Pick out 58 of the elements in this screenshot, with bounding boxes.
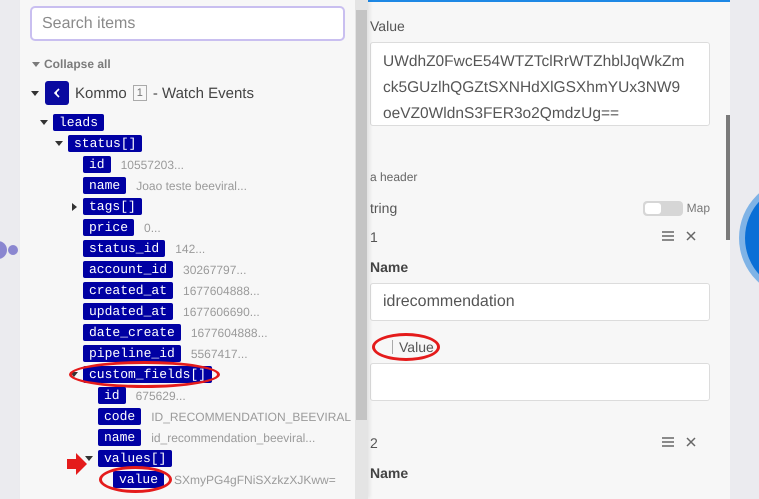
caret-icon[interactable] — [30, 90, 38, 96]
caret-icon[interactable] — [72, 202, 76, 210]
field-key-tag[interactable]: updated_at — [83, 303, 174, 320]
field-key-tag[interactable]: id — [98, 387, 126, 404]
field-value: 1677604888... — [183, 284, 260, 298]
item-title: 1 — [370, 229, 378, 245]
operation-badge: 1 — [132, 85, 147, 101]
field-key-tag[interactable]: name — [83, 177, 126, 194]
field-key-tag[interactable]: name — [98, 429, 142, 446]
field-value: 30267797... — [183, 262, 246, 276]
name-input[interactable]: idrecommendation — [370, 283, 710, 321]
field-value: ID_RECOMMENDATION_BEEVIRAL — [151, 410, 352, 424]
module-name: Kommo — [75, 84, 127, 102]
value-textarea[interactable]: UWdhZ0FwcE54WTZTclRrWTZhblJqWkZmck5GUzlhQGZtSXNHdXlGSXhmYUx3NW9oeVZ0WldnS3FER3o2QmdzUg== — [370, 42, 710, 126]
field-key-tag[interactable]: created_at — [83, 282, 174, 299]
field-key-tag[interactable]: status[] — [68, 135, 142, 152]
caret-icon[interactable] — [70, 372, 78, 377]
hint-text: a header — [370, 170, 418, 184]
item-title: 2 — [370, 435, 378, 451]
scrollbar-thumb[interactable] — [726, 115, 730, 240]
field-value: 10557203... — [120, 158, 184, 172]
field-key-tag[interactable]: custom_fields[] — [83, 366, 212, 383]
field-value: Joao teste beeviral... — [136, 178, 247, 192]
field-value: id_recommendation_beeviral... — [151, 430, 316, 444]
field-key-tag[interactable]: account_id — [83, 261, 174, 278]
toggle-label: Map — [686, 201, 710, 215]
field-label: Name — [370, 259, 410, 275]
field-key-tag[interactable]: code — [98, 408, 142, 425]
field-key-tag[interactable]: price — [83, 219, 134, 236]
caret-icon[interactable] — [55, 141, 63, 146]
field-key-tag[interactable]: id — [83, 156, 111, 173]
field-value: 0... — [144, 220, 161, 234]
field-key-tag[interactable]: value — [113, 471, 164, 488]
field-value: 142... — [175, 242, 206, 256]
field-label: Value — [370, 18, 406, 34]
field-label: Value — [399, 339, 434, 355]
collapse-all-button[interactable]: Collapse all — [32, 57, 111, 71]
scrollbar-thumb[interactable] — [356, 10, 367, 420]
field-value: 1677606690... — [183, 304, 260, 318]
field-value: 675629... — [136, 388, 186, 402]
search-field[interactable]: Search items — [30, 6, 345, 41]
field-value: 1677604888... — [190, 326, 268, 340]
module-title: - Watch Events — [152, 84, 254, 102]
field-value: SXmyPG4gFNiSXzkzXJKww= — [174, 472, 336, 486]
field-label: Name — [370, 465, 410, 481]
field-value: 5567417... — [190, 346, 248, 360]
caret-icon[interactable] — [85, 456, 93, 461]
field-key-tag[interactable]: leads — [53, 114, 104, 131]
field-key-tag[interactable]: status_id — [83, 240, 166, 257]
field-key-tag[interactable]: date_create — [83, 324, 181, 341]
type-label: tring — [370, 200, 398, 216]
caret-icon[interactable] — [40, 120, 48, 125]
field-key-tag[interactable]: tags[] — [83, 198, 142, 215]
module-logo-icon — [45, 81, 69, 105]
field-key-tag[interactable]: pipeline_id — [83, 345, 181, 362]
value-input[interactable] — [370, 363, 710, 401]
map-toggle[interactable] — [642, 200, 683, 216]
field-key-tag[interactable]: values[] — [98, 450, 172, 467]
